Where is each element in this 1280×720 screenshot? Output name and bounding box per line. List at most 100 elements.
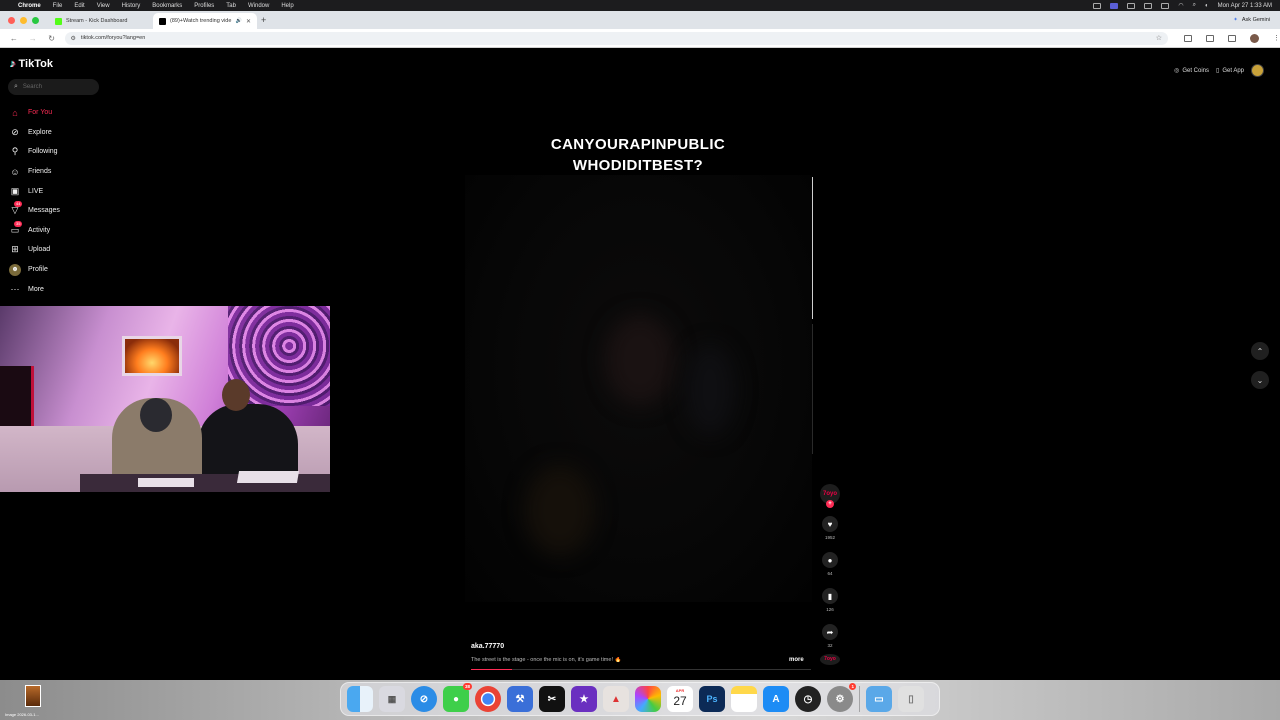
video-progress-bar[interactable]	[471, 669, 811, 670]
control-center-icon[interactable]: ◐	[1205, 3, 1209, 9]
sidepanel-icon[interactable]	[1205, 34, 1214, 42]
popcorn-app-icon[interactable]: ▲	[603, 686, 629, 712]
sidebar-item-following[interactable]: ⚲ Following	[9, 142, 60, 162]
get-app-button[interactable]: ▯ Get App	[1216, 67, 1244, 75]
finder-icon[interactable]	[347, 686, 373, 712]
site-info-icon[interactable]: ⚙	[71, 35, 76, 42]
video-author-username[interactable]: aka.77770	[471, 643, 504, 650]
sidebar-item-more[interactable]: ⋯ More	[9, 279, 60, 299]
menu-profiles[interactable]: Profiles	[194, 3, 214, 9]
menu-edit[interactable]: Edit	[74, 3, 84, 9]
speaker-icon[interactable]: 🔊	[236, 18, 242, 24]
like-button[interactable]: ♥	[822, 516, 838, 532]
sidebar-item-label: LIVE	[28, 187, 44, 195]
sidebar-item-for-you[interactable]: ⌂ For You	[9, 103, 60, 123]
user-avatar[interactable]	[1251, 64, 1264, 77]
macos-menubar: Chrome File Edit View History Bookmarks …	[0, 0, 1280, 11]
status-icon-2[interactable]	[1127, 2, 1136, 9]
comment-count: 64	[827, 571, 833, 576]
zoom-window-button[interactable]	[32, 16, 39, 24]
system-settings-icon[interactable]: ⚙ 1	[827, 683, 856, 712]
sidebar-item-upload[interactable]: ⊞ Upload	[9, 240, 60, 260]
safari-icon[interactable]: ⊘	[411, 686, 437, 712]
wifi-icon[interactable]: ◠	[1178, 2, 1183, 9]
address-bar[interactable]: ⚙ tiktok.com/foryou?lang=en ☆	[64, 31, 1168, 45]
app-store-icon[interactable]: A	[763, 686, 789, 712]
tab-title: (89)+Watch trending vide	[170, 18, 232, 24]
menu-help[interactable]: Help	[281, 3, 293, 9]
follow-plus-icon[interactable]: +	[826, 500, 834, 508]
sidebar-item-messages[interactable]: ▽ 44 Messages	[9, 200, 60, 221]
menu-view[interactable]: View	[97, 3, 110, 9]
menu-bookmarks[interactable]: Bookmarks	[152, 3, 182, 9]
top-right-actions: ◎ Get Coins ▯ Get App	[1174, 64, 1264, 77]
menu-window[interactable]: Window	[248, 3, 269, 9]
photos-icon[interactable]	[635, 686, 661, 712]
video-progress-fill	[471, 669, 512, 670]
menu-app-name[interactable]: Chrome	[18, 3, 41, 9]
tiktok-logo[interactable]: ♪ TikTok	[10, 58, 53, 70]
sidebar-item-activity[interactable]: ▭ 35 Activity	[9, 220, 60, 241]
search-spotlight-icon[interactable]: ⌕	[1193, 2, 1196, 9]
menu-file[interactable]: File	[53, 3, 63, 9]
extensions-icon[interactable]	[1183, 34, 1192, 42]
comment-button[interactable]: ●	[822, 552, 838, 568]
sidebar-item-live[interactable]: ▣ LIVE	[9, 181, 60, 201]
sidebar-item-label: More	[28, 285, 44, 293]
desktop-file-icon[interactable]	[25, 685, 41, 707]
sidebar-item-friends[interactable]: ☺ Friends	[9, 162, 60, 182]
launchpad-icon[interactable]: ▦	[379, 686, 405, 712]
new-tab-button[interactable]: +	[261, 15, 266, 25]
caption-more-button[interactable]: more	[789, 657, 804, 663]
messages-app-icon[interactable]: ● 38	[443, 683, 472, 712]
capcut-icon[interactable]: ✂	[539, 686, 565, 712]
activity-badge: 35	[14, 220, 23, 227]
downloads-folder-icon[interactable]: ▭	[866, 686, 892, 712]
video-player[interactable]	[465, 175, 812, 602]
imovie-icon[interactable]: ★	[571, 686, 597, 712]
creator-avatar[interactable]: 7oyo +	[820, 484, 840, 508]
activity-monitor-icon[interactable]: ◷	[795, 686, 821, 712]
forward-icon[interactable]: →	[28, 34, 38, 43]
gemini-icon: ✦	[1233, 17, 1238, 23]
share-button[interactable]: ➦	[822, 624, 838, 640]
search-input[interactable]: ⌕ Search	[8, 79, 99, 95]
downloads-icon[interactable]	[1227, 34, 1236, 42]
ask-gemini-button[interactable]: ✦ Ask Gemini	[1233, 17, 1270, 23]
get-coins-button[interactable]: ◎ Get Coins	[1174, 67, 1209, 75]
menu-tab[interactable]: Tab	[226, 3, 236, 9]
friends-icon: ☺	[10, 166, 20, 177]
next-video-button[interactable]: ⌄	[1251, 371, 1269, 389]
profile-avatar[interactable]	[1249, 33, 1259, 43]
person-left-cap-shape	[140, 398, 172, 432]
chrome-menu-icon[interactable]: ⋮	[1273, 34, 1280, 42]
compass-icon: ⊘	[11, 126, 19, 137]
minimize-window-button[interactable]	[20, 16, 27, 24]
bookmark-star-icon[interactable]: ☆	[1156, 34, 1162, 42]
status-icon-1[interactable]	[1093, 2, 1102, 9]
status-icon-3[interactable]	[1144, 2, 1153, 9]
tab-tiktok[interactable]: (89)+Watch trending vide 🔊 ✕	[153, 13, 257, 29]
sidebar-item-label: Messages	[28, 207, 60, 215]
sidebar-item-profile[interactable]: ☻ Profile	[9, 260, 60, 280]
back-icon[interactable]: ←	[9, 34, 19, 43]
chrome-icon[interactable]	[475, 686, 501, 712]
battery-icon[interactable]	[1161, 2, 1170, 9]
calendar-icon[interactable]: APR 27	[667, 686, 693, 712]
xcode-icon[interactable]: ⚒	[507, 686, 533, 712]
tab-kick-dashboard[interactable]: Stream - Kick Dashboard	[49, 13, 153, 29]
reload-icon[interactable]: ↻	[47, 34, 57, 43]
status-icon-highlighted[interactable]	[1110, 2, 1119, 9]
save-button[interactable]: ▮	[822, 588, 838, 604]
notes-icon[interactable]	[731, 686, 757, 712]
sidebar-item-explore[interactable]: ⊘ Explore	[9, 123, 60, 143]
close-tab-icon[interactable]: ✕	[246, 18, 251, 25]
menubar-clock[interactable]: Mon Apr 27 1:33 AM	[1218, 3, 1272, 9]
sound-disc-icon[interactable]: 7oyo	[820, 654, 840, 665]
trash-icon[interactable]: ▯	[898, 686, 924, 712]
photoshop-icon[interactable]: Ps	[699, 686, 725, 712]
close-window-button[interactable]	[8, 16, 15, 24]
url-text: tiktok.com/foryou?lang=en	[80, 35, 146, 41]
previous-video-button[interactable]: ⌃	[1251, 342, 1269, 360]
menu-history[interactable]: History	[122, 3, 141, 9]
